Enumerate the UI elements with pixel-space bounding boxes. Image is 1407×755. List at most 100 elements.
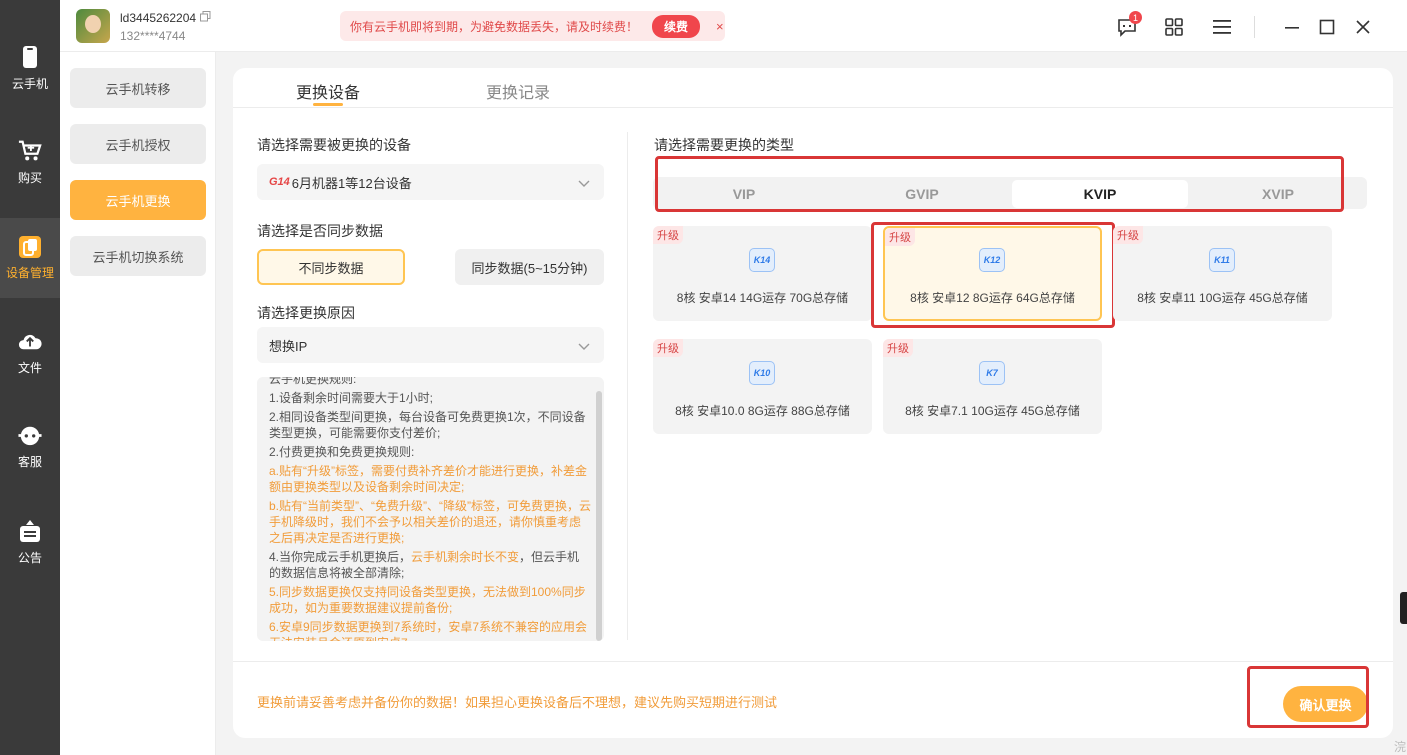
device-spec: 8核 安卓10.0 8G运存 88G总存储 <box>675 404 850 418</box>
reason-select-value: 想换IP <box>269 338 308 354</box>
chevron-down-icon <box>578 176 590 191</box>
rail-item-device-manage[interactable]: 设备管理 <box>0 218 60 298</box>
device-type-badge: G14 <box>269 176 290 188</box>
rail-label: 公告 <box>17 550 42 565</box>
subnav-replace[interactable]: 云手机更换 <box>70 180 206 220</box>
rule-item: 4.当你完成云手机更换后，云手机剩余时长不变，但云手机的数据信息将被全部清除; <box>269 549 591 581</box>
device-card-k11[interactable]: 升级 K11 8核 安卓11 10G运存 45G总存储 <box>1113 226 1332 321</box>
device-spec: 8核 安卓12 8G运存 64G总存储 <box>910 291 1075 305</box>
renew-button[interactable]: 续费 <box>652 14 701 38</box>
copy-icon[interactable] <box>200 11 211 25</box>
upgrade-tag: 升级 <box>653 339 683 357</box>
device-card-k12[interactable]: 升级 K12 8核 安卓12 8G运存 64G总存储 <box>883 226 1102 321</box>
device-card-k14[interactable]: 升级 K14 8核 安卓14 14G运存 70G总存储 <box>653 226 872 321</box>
close-icon[interactable]: × <box>716 19 724 34</box>
maximize-icon[interactable] <box>1316 16 1338 38</box>
cloud-upload-icon <box>18 329 42 353</box>
rules-box[interactable]: 云手机更换规则: 1.设备剩余时间需要大于1小时; 2.相同设备类型间更换，每台… <box>257 377 604 641</box>
type-tab-vip[interactable]: VIP <box>656 180 832 208</box>
footer-warning: 更换前请妥善考虑并备份你的数据！如果担心更换设备后不理想，建议先购买短期进行测试 <box>257 695 778 710</box>
rail-label: 文件 <box>17 360 42 375</box>
type-tabs: VIP GVIP KVIP XVIP <box>653 177 1367 209</box>
notice-text: 你有云手机即将到期，为避免数据丢失，请及时续费！ <box>350 19 639 34</box>
tab-bar: 更换设备 更换记录 <box>233 68 1393 108</box>
customer-service-icon <box>18 423 42 447</box>
device-manage-icon <box>19 235 41 258</box>
expiry-notice: 你有云手机即将到期，为避免数据丢失，请及时续费！ 续费 × <box>340 11 725 41</box>
rule-item: 2.付费更换和免费更换规则: <box>269 445 415 459</box>
rail-item-buy[interactable]: 购买 <box>0 122 60 202</box>
tab-replace-history[interactable]: 更换记录 <box>486 79 550 103</box>
type-tab-xvip[interactable]: XVIP <box>1190 180 1366 208</box>
rule-item: 2.相同设备类型间更换，每台设备可免费更换1次，不同设备类型更换，可能需要你支付… <box>269 410 586 440</box>
rail-item-cloud-phone[interactable]: 云手机 <box>0 28 60 108</box>
column-divider <box>627 132 628 640</box>
replace-device-card: 更换设备 更换记录 请选择需要被更换的设备 G14 6月机器1等12台设备 请选… <box>233 68 1393 738</box>
tab-underline <box>313 103 343 106</box>
confirm-replace-button[interactable]: 确认更换 <box>1283 686 1368 722</box>
rail-item-files[interactable]: 文件 <box>0 312 60 392</box>
device-spec: 8核 安卓7.1 10G运存 45G总存储 <box>905 404 1080 418</box>
user-id: ld3445262204 <box>120 11 211 25</box>
phone-icon <box>18 45 42 69</box>
chevron-down-icon <box>578 339 590 354</box>
rail-label: 设备管理 <box>5 265 54 280</box>
type-tab-kvip[interactable]: KVIP <box>1012 180 1188 208</box>
k7-icon: K7 <box>979 361 1005 385</box>
side-handle[interactable] <box>1400 592 1407 624</box>
no-sync-option[interactable]: 不同步数据 <box>257 249 405 285</box>
rule-item: 5.同步数据更换仅支持同设备类型更换，无法做到100%同步成功，如为重要数据建议… <box>269 585 586 615</box>
avatar[interactable] <box>76 9 110 43</box>
message-icon[interactable]: 1 <box>1116 11 1142 38</box>
rule-item: b.贴有“当前类型”、“免费升级”、“降级”标签，可免费更换，云手机降级时，我们… <box>269 499 591 545</box>
rail-item-service[interactable]: 客服 <box>0 406 60 486</box>
k14-icon: K14 <box>749 248 775 272</box>
type-tab-gvip[interactable]: GVIP <box>834 180 1010 208</box>
upgrade-tag: 升级 <box>1113 226 1143 244</box>
subnav-transfer[interactable]: 云手机转移 <box>70 68 206 108</box>
reason-label: 请选择更换原因 <box>257 305 355 321</box>
upgrade-tag: 升级 <box>883 339 913 357</box>
top-bar: ld3445262204 132****4744 你有云手机即将到期，为避免数据… <box>60 0 1407 52</box>
device-card-k7[interactable]: 升级 K7 8核 安卓7.1 10G运存 45G总存储 <box>883 339 1102 434</box>
device-spec: 8核 安卓11 10G运存 45G总存储 <box>1137 291 1308 305</box>
k10-icon: K10 <box>749 361 775 385</box>
window-close-icon[interactable] <box>1352 16 1374 38</box>
device-select[interactable]: G14 6月机器1等12台设备 <box>257 164 604 200</box>
sync-option[interactable]: 同步数据(5~15分钟) <box>455 249 604 285</box>
subnav-switch-system[interactable]: 云手机切换系统 <box>70 236 206 276</box>
device-spec: 8核 安卓14 14G运存 70G总存储 <box>676 291 849 305</box>
sync-label: 请选择是否同步数据 <box>257 223 383 239</box>
rule-highlight: 云手机剩余时长不变 <box>411 550 520 564</box>
device-card-k10[interactable]: 升级 K10 8核 安卓10.0 8G运存 88G总存储 <box>653 339 872 434</box>
upgrade-tag: 升级 <box>885 228 915 246</box>
type-label: 请选择需要更换的类型 <box>654 137 794 153</box>
cart-icon <box>18 139 42 163</box>
card-footer: 更换前请妥善考虑并备份你的数据！如果担心更换设备后不理想，建议先购买短期进行测试 <box>233 661 1393 738</box>
minimize-icon[interactable] <box>1281 16 1303 38</box>
user-id-text: ld3445262204 <box>120 11 197 25</box>
upgrade-tag: 升级 <box>653 226 683 244</box>
toolbar-divider <box>1254 16 1255 38</box>
rail-label: 购买 <box>17 170 42 185</box>
user-phone: 132****4744 <box>120 29 186 43</box>
announcement-icon <box>18 519 42 543</box>
rail-label: 云手机 <box>11 76 48 91</box>
edge-text: 浣 <box>1394 740 1407 754</box>
device-select-value: 6月机器1等12台设备 <box>291 175 412 191</box>
rules-scrollbar[interactable] <box>596 391 602 641</box>
k11-icon: K11 <box>1209 248 1235 272</box>
grid-icon[interactable] <box>1163 16 1185 38</box>
menu-icon[interactable] <box>1211 16 1233 38</box>
rail-item-announcement[interactable]: 公告 <box>0 502 60 582</box>
reason-select[interactable]: 想换IP <box>257 327 604 363</box>
rule-item: 6.安卓9同步数据更换到7系统时，安卓7系统不兼容的应用会无法安装且会还原到安卓… <box>269 620 588 641</box>
rail-label: 客服 <box>17 454 42 469</box>
rules-title: 云手机更换规则: <box>269 377 357 386</box>
k12-icon: K12 <box>979 248 1005 272</box>
message-badge: 1 <box>1129 11 1142 24</box>
left-rail: 云手机 购买 设备管理 文件 客服 公告 <box>0 0 60 755</box>
subnav-authorize[interactable]: 云手机授权 <box>70 124 206 164</box>
tab-replace-device[interactable]: 更换设备 <box>296 79 360 103</box>
device-label: 请选择需要被更换的设备 <box>257 137 411 153</box>
